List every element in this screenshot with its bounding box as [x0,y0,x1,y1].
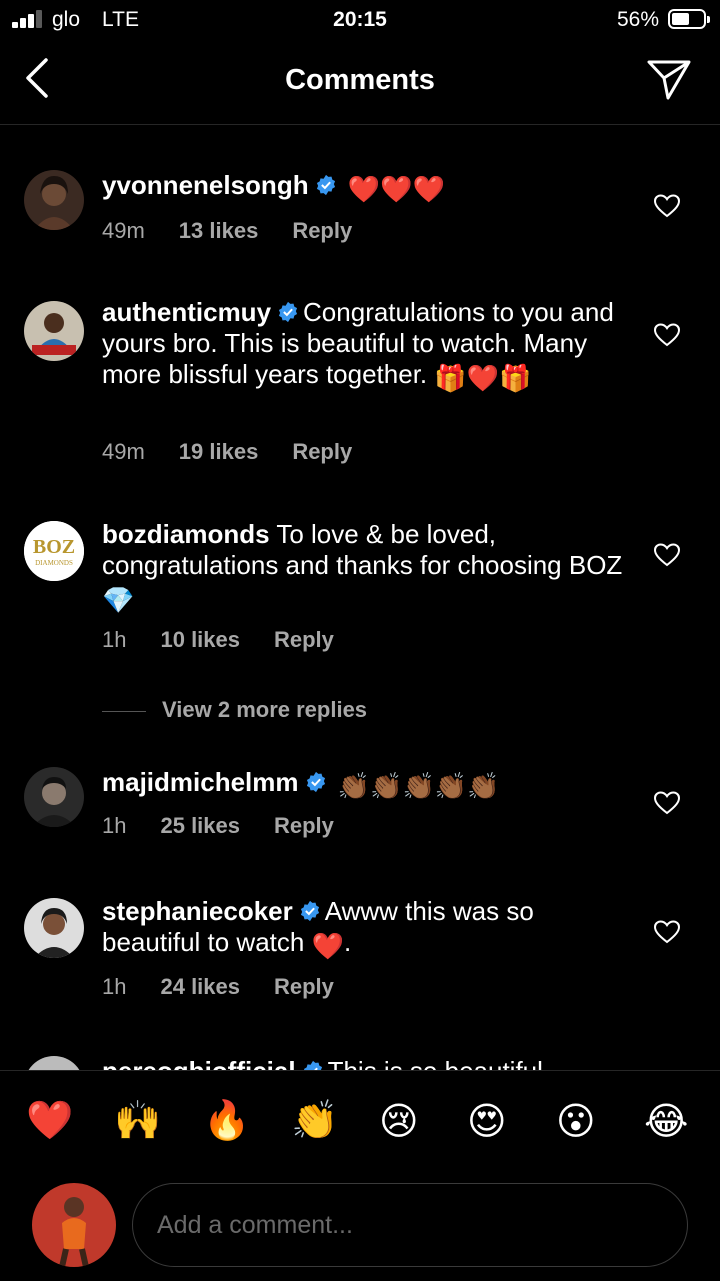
comment-text: bozdiamonds To love & be loved, congratu… [102,519,632,616]
avatar[interactable] [24,898,84,958]
reaction-heart-eyes[interactable]: 😍 [467,1099,517,1149]
reply-button[interactable]: Reply [292,218,352,243]
comment-meta: 1h 24 likes Reply [102,974,368,1000]
verified-badge-icon [278,301,298,323]
comment-emojis: 👏🏾👏🏾👏🏾👏🏾👏🏾 [337,771,500,801]
add-comment-input[interactable] [132,1183,688,1267]
emoji-heart-icon: ❤️ [26,1100,74,1142]
comment-meta: 1h 25 likes Reply [102,813,368,839]
view-more-label: View 2 more replies [162,697,368,722]
quick-reactions: ❤️ 🙌 🔥 👏 😢 😍 😮 😂 [0,1099,720,1149]
emoji-laughing-icon: 😂 [644,1101,689,1143]
comment-username[interactable]: yvonnenelsongh [102,170,309,200]
emoji-clap-icon: 👏 [291,1100,339,1142]
reply-button[interactable]: Reply [274,813,334,838]
battery-icon [668,9,710,29]
page-title: Comments [285,64,435,96]
header: Comments [0,40,720,125]
svg-text:DIAMONDS: DIAMONDS [35,559,73,567]
avatar[interactable] [24,767,84,827]
comment-body: This is so beautiful [328,1056,543,1070]
comment-username[interactable]: majidmichelmm [102,767,299,797]
comment-text: yvonnenelsongh ❤️❤️❤️ [102,170,632,205]
likes-count[interactable]: 13 likes [179,218,259,243]
like-heart-icon[interactable] [654,323,680,347]
comment-time: 1h [102,813,127,838]
verified-badge-icon [316,174,335,196]
battery-percentage: 56% [616,8,659,31]
reply-button[interactable]: Reply [292,439,352,464]
avatar[interactable]: BOZ DIAMONDS [24,521,84,581]
current-user-avatar [32,1183,116,1267]
comment-time: 49m [102,439,145,464]
emoji-wow-icon: 😮 [556,1101,596,1143]
like-heart-icon[interactable] [654,543,680,567]
comment-text: authenticmuy Congratulations to you and y… [102,297,632,394]
reply-button[interactable]: Reply [274,627,334,652]
reaction-fire[interactable]: 🔥 [203,1099,253,1149]
status-time: 20:15 [333,8,387,31]
comment-text: pereogbiofficial This is so beautiful [102,1056,632,1070]
comment-suffix: . [343,927,352,957]
avatar[interactable] [24,1056,84,1070]
like-heart-icon[interactable] [654,194,680,218]
reaction-wow[interactable]: 😮 [556,1099,606,1149]
avatar[interactable] [24,301,84,361]
comment-time: 1h [102,627,127,652]
comment-emojis: ❤️ [311,931,344,961]
comment-time: 1h [102,974,127,999]
divider [102,710,146,712]
comment-meta: 49m 13 likes Reply [102,218,386,244]
likes-count[interactable]: 19 likes [179,439,259,464]
comment-meta: 1h 10 likes Reply [102,627,368,653]
comment-text: majidmichelmm 👏🏾👏🏾👏🏾👏🏾👏🏾 [102,767,632,802]
emoji-fire-icon: 🔥 [203,1100,251,1142]
avatar[interactable] [24,170,84,230]
status-bar: glo LTE 20:15 56% [0,0,720,40]
share-button[interactable] [646,56,692,102]
likes-count[interactable]: 25 likes [160,813,240,838]
reaction-clap[interactable]: 👏 [291,1099,341,1149]
reaction-laughing[interactable]: 😂 [644,1099,694,1149]
comment-emojis: 💎 [102,585,135,615]
comment-text: stephaniecoker Awww this was so beautiful… [102,896,632,962]
comment-username[interactable]: pereogbiofficial [102,1056,296,1070]
reply-button[interactable]: Reply [274,974,334,999]
comment-username[interactable]: stephaniecoker [102,896,293,926]
emoji-crying-icon: 😢 [379,1101,419,1143]
comment-username[interactable]: bozdiamonds [102,519,270,549]
reaction-heart[interactable]: ❤️ [26,1099,76,1149]
likes-count[interactable]: 24 likes [160,974,240,999]
verified-badge-icon [300,900,319,922]
comment-username[interactable]: authenticmuy [102,297,271,327]
emoji-raised-hands-icon: 🙌 [114,1100,162,1142]
comment-emojis: 🎁❤️🎁 [434,363,532,393]
verified-badge-icon [303,1060,322,1070]
reaction-crying[interactable]: 😢 [379,1099,429,1149]
comment-composer: ❤️ 🙌 🔥 👏 😢 😍 😮 😂 [0,1070,720,1281]
likes-count[interactable]: 10 likes [160,627,240,652]
view-more-replies[interactable]: View 2 more replies [102,697,367,723]
like-heart-icon[interactable] [654,920,680,944]
verified-badge-icon [306,771,325,793]
comments-list[interactable]: yvonnenelsongh ❤️❤️❤️ 49m 13 likes Reply a… [0,125,720,1070]
like-heart-icon[interactable] [654,791,680,815]
paper-plane-icon [647,60,691,100]
comment-emojis: ❤️❤️❤️ [347,174,445,204]
emoji-heart-eyes-icon: 😍 [467,1101,507,1143]
reaction-raised-hands[interactable]: 🙌 [114,1099,164,1149]
svg-text:BOZ: BOZ [33,536,75,558]
comment-time: 49m [102,218,145,243]
comment-meta: 49m 19 likes Reply [102,439,386,465]
